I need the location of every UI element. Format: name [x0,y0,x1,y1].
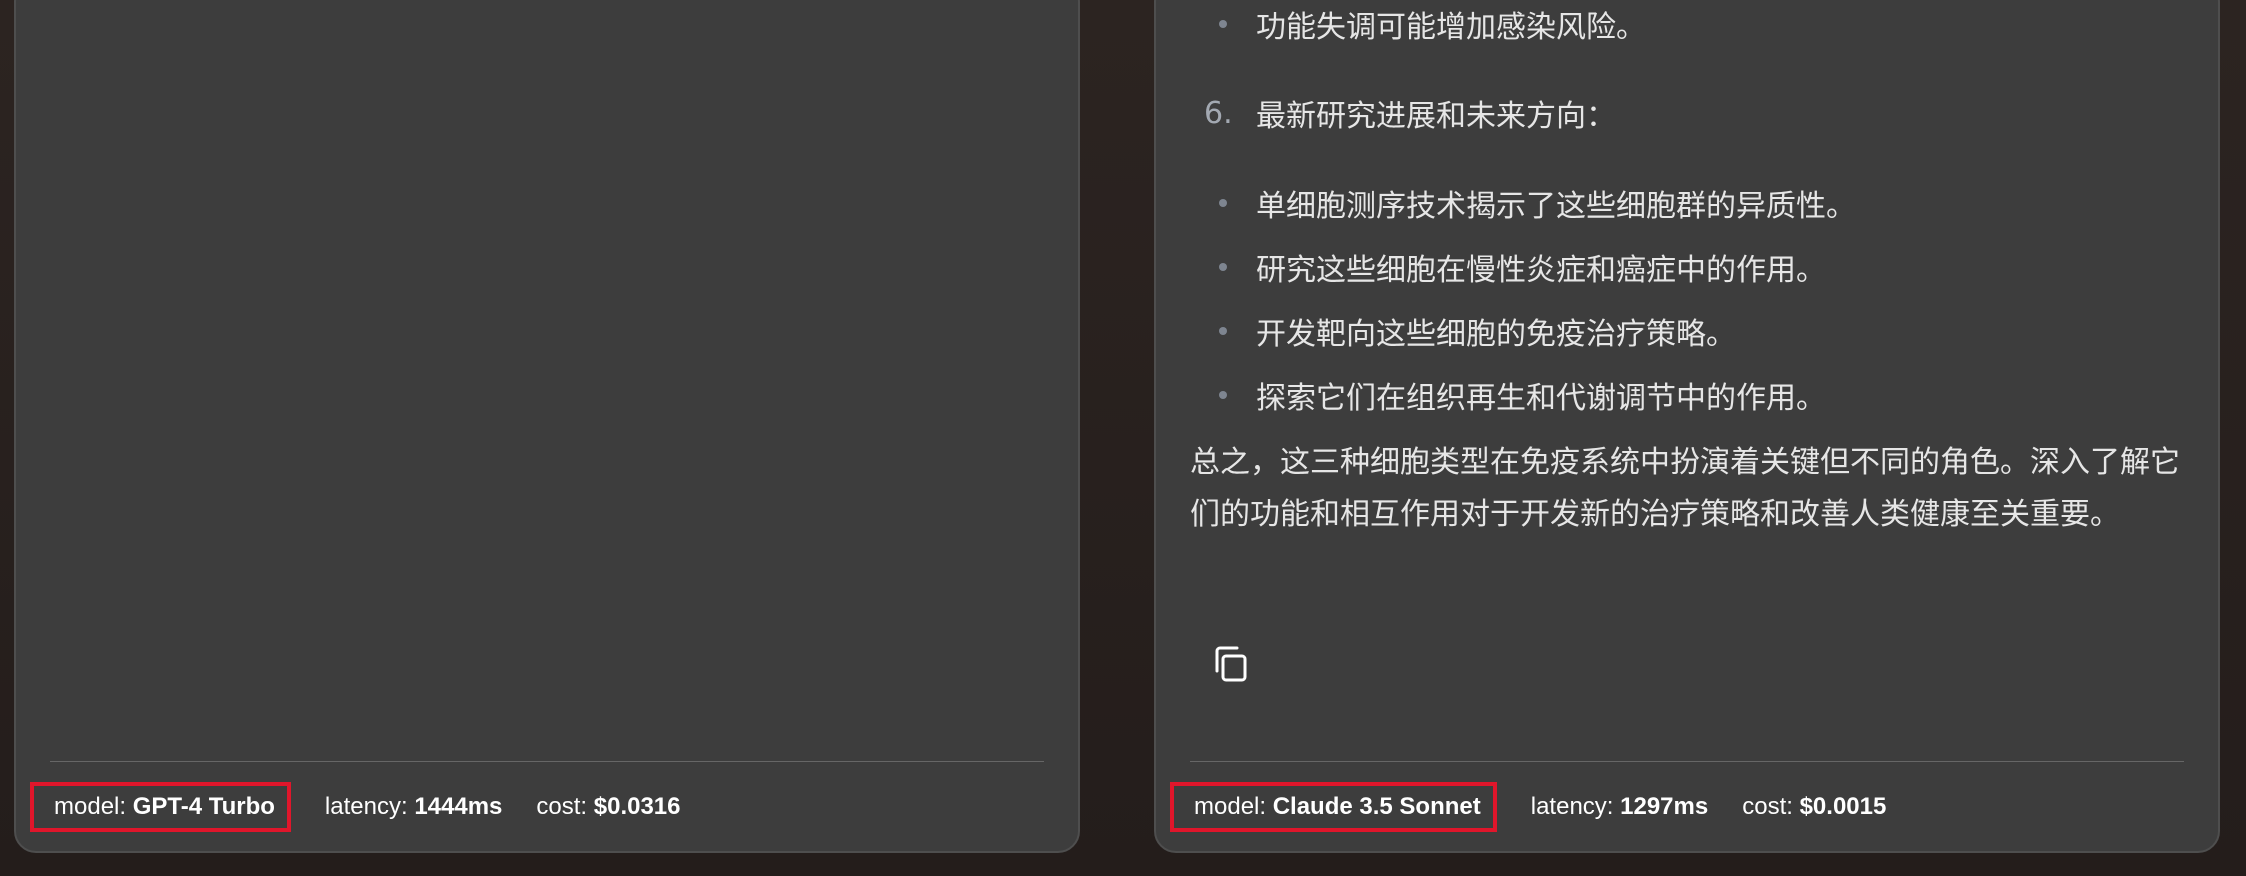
response-meta-footer: model: Claude 3.5 Sonnet latency: 1297ms… [1170,782,1886,832]
bullet-icon [1219,391,1227,399]
latency-value: 1444ms [414,793,503,820]
comparison-view: model: GPT-4 Turbo latency: 1444ms cost:… [0,0,2246,876]
latency-label: latency: [1530,793,1621,820]
footer-divider [1190,761,2184,762]
footer-divider [50,761,1044,762]
response-meta-footer: model: GPT-4 Turbo latency: 1444ms cost:… [30,782,681,832]
cost-label: cost: [1742,793,1800,820]
model-label: model: [54,793,133,820]
section-heading-text: 最新研究进展和未来方向： [1256,99,1616,134]
summary-paragraph: 总之，这三种细胞类型在免疫系统中扮演着关键但不同的角色。深入了解它们的功能和相互… [1190,445,2180,532]
cost-value: $0.0015 [1799,793,1887,820]
copy-button[interactable] [1200,634,1260,694]
list-item-text: 研究这些细胞在慢性炎症和癌症中的作用。 [1256,253,1826,288]
latency-info: latency: 1444ms [325,793,502,821]
bullet-icon [1219,199,1227,207]
cost-label: cost: [536,793,594,820]
model-value: Claude 3.5 Sonnet [1272,793,1481,820]
bullet-icon [1219,20,1227,28]
cost-info: cost: $0.0316 [536,793,680,821]
model-value: GPT-4 Turbo [132,793,275,820]
list-item-text: 功能失调可能增加感染风险。 [1256,10,1646,45]
model-info-highlight: model: GPT-4 Turbo [30,782,291,832]
model-info-highlight: model: Claude 3.5 Sonnet [1170,782,1497,832]
model-label: model: [1194,793,1273,820]
list-item-text: 单细胞测序技术揭示了这些细胞群的异质性。 [1256,189,1856,224]
copy-icon [1215,646,1247,682]
response-panel-left: model: GPT-4 Turbo latency: 1444ms cost:… [14,0,1080,853]
bullet-icon [1219,263,1227,271]
cost-info: cost: $0.0015 [1742,793,1886,821]
latency-label: latency: [324,793,415,820]
bullet-icon [1219,327,1227,335]
cost-value: $0.0316 [593,793,681,820]
latency-info: latency: 1297ms [1531,793,1708,821]
section-number: 6. [1204,95,1233,131]
list-item-text: 探索它们在组织再生和代谢调节中的作用。 [1256,381,1826,416]
latency-value: 1297ms [1620,793,1709,820]
list-item-text: 开发靶向这些细胞的免疫治疗策略。 [1256,317,1736,352]
response-panel-right: 功能失调可能增加感染风险。 6. 最新研究进展和未来方向： 单细胞测序技术揭示了… [1154,0,2220,853]
